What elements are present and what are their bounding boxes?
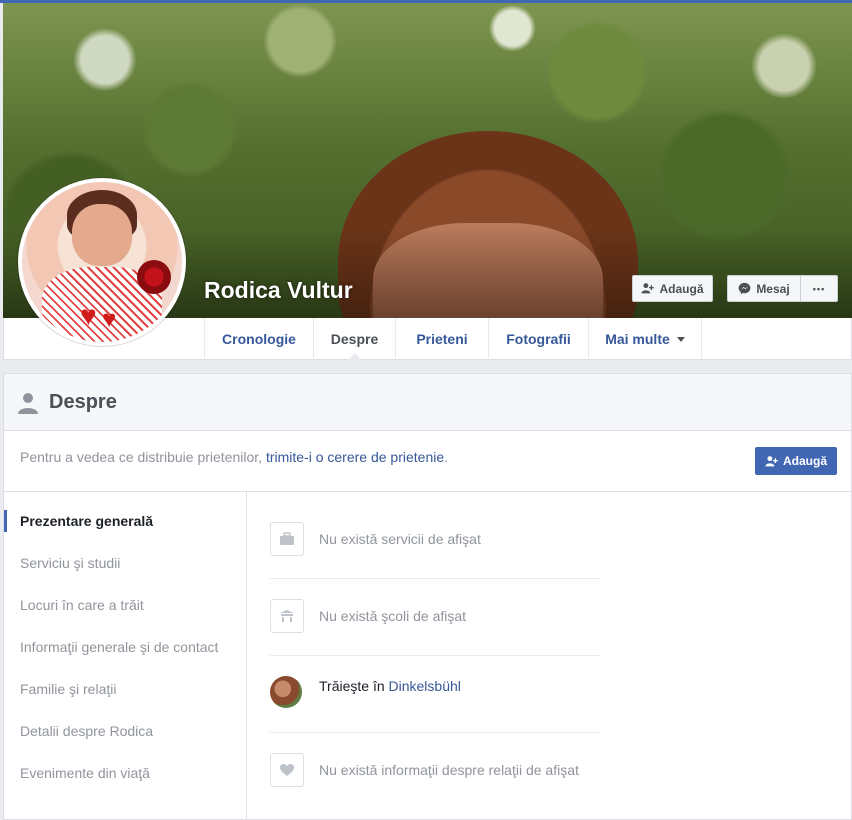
nav-details[interactable]: Detalii despre Rodica (20, 723, 153, 739)
add-friend-button[interactable]: Adaugă (632, 275, 713, 302)
tab-more-label: Mai multe (605, 331, 670, 347)
heart-decoration-icon: ♥ (80, 300, 97, 331)
tab-photos-label: Fotografii (506, 331, 571, 347)
tab-friends[interactable]: Prieteni (395, 318, 488, 360)
add-friend-button-secondary[interactable]: Adaugă (755, 447, 837, 475)
nav-family-relationships[interactable]: Familie şi relaţii (20, 681, 116, 697)
row-divider (270, 655, 600, 656)
heart-icon-box (270, 753, 304, 787)
person-icon (18, 393, 38, 414)
tab-timeline-label: Cronologie (222, 331, 296, 347)
messenger-icon (738, 282, 751, 295)
row-divider (270, 578, 600, 579)
person-add-icon (641, 283, 655, 294)
more-options-button[interactable]: ••• (800, 275, 838, 302)
tab-about[interactable]: Despre (313, 318, 395, 361)
chevron-down-icon (676, 336, 685, 342)
relationship-empty-text: Nu există informaţii despre relaţii de a… (319, 762, 579, 778)
avatar-face (72, 204, 132, 266)
lives-in-prefix: Trăieşte în (319, 678, 389, 694)
friend-request-notice: Pentru a vedea ce distribuie prietenilor… (20, 449, 448, 465)
place-thumbnail[interactable] (270, 676, 302, 708)
briefcase-icon (280, 532, 294, 545)
nav-places-lived[interactable]: Locuri în care a trăit (20, 597, 144, 613)
send-friend-request-link[interactable]: trimite-i o cerere de prietenie (266, 449, 444, 465)
add-friend-label: Adaugă (659, 281, 704, 296)
heart-decoration-icon: ♥ (102, 306, 117, 333)
school-icon (280, 610, 294, 622)
about-card: Despre Pentru a vedea ce distribuie prie… (3, 373, 852, 820)
school-icon-box (270, 599, 304, 633)
school-empty-text: Nu există şcoli de afişat (319, 608, 467, 624)
heart-icon (280, 764, 294, 776)
nav-overview[interactable]: Prezentare generală (20, 513, 153, 529)
briefcase-icon-box (270, 522, 304, 556)
tab-friends-label: Prieteni (416, 331, 468, 347)
about-title: Despre (49, 391, 117, 413)
tab-timeline[interactable]: Cronologie (204, 318, 313, 360)
nav-contact-info[interactable]: Informaţii generale şi de contact (20, 639, 218, 655)
notice-suffix: . (444, 449, 449, 465)
active-nav-marker (4, 510, 7, 532)
message-label: Mesaj (756, 281, 790, 296)
tab-photos[interactable]: Fotografii (488, 318, 588, 360)
avatar-rose (137, 260, 171, 294)
tab-more[interactable]: Mai multe (588, 318, 702, 360)
about-header: Despre (4, 374, 851, 431)
message-button[interactable]: Mesaj (727, 275, 801, 302)
person-add-icon (765, 455, 778, 466)
profile-picture[interactable]: ♥ ♥ (18, 178, 186, 346)
lives-in-place-link[interactable]: Dinkelsbühl (389, 678, 461, 694)
nav-life-events[interactable]: Evenimente din viaţă (20, 765, 150, 781)
more-icon: ••• (812, 283, 826, 294)
profile-name[interactable]: Rodica Vultur (204, 277, 353, 304)
work-empty-text: Nu există servicii de afişat (319, 531, 481, 547)
lives-in-text: Trăieşte în Dinkelsbühl (319, 678, 461, 694)
notice-text: Pentru a vedea ce distribuie prietenilor… (20, 449, 266, 465)
nav-work-education[interactable]: Serviciu şi studii (20, 555, 120, 571)
profile-tabs: Cronologie Despre Prieteni Fotografii Ma… (204, 318, 702, 361)
profile-picture-image: ♥ ♥ (22, 182, 182, 342)
tab-about-label: Despre (330, 331, 379, 347)
add-friend-secondary-label: Adaugă (782, 454, 827, 468)
row-divider (270, 732, 600, 733)
